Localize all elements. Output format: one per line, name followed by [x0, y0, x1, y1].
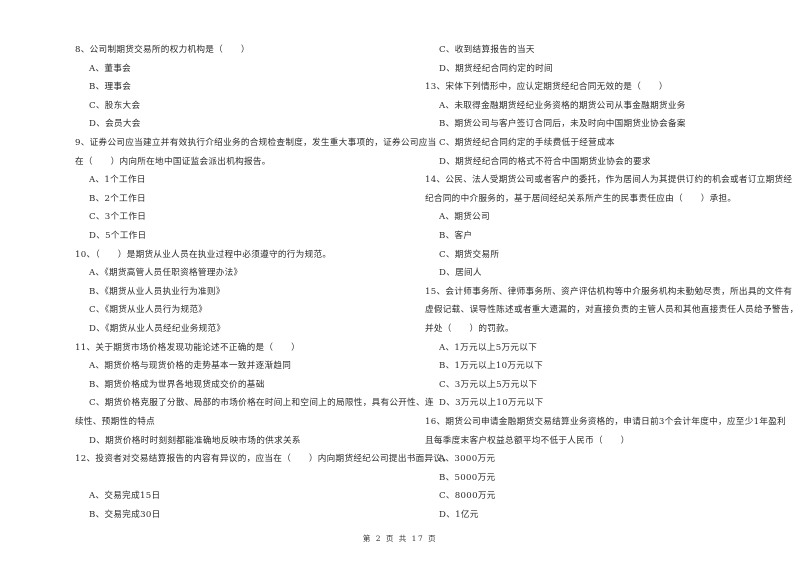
answer-option: C、3个工作日	[89, 212, 147, 223]
answer-option: A、3000万元	[439, 454, 496, 465]
answer-option: B、5000万元	[439, 472, 496, 483]
answer-option: C、《期货从业人员行为规范》	[89, 305, 208, 316]
answer-option: D、1亿元	[439, 510, 479, 520]
question-text: 续性、预期性的特点	[75, 417, 156, 427]
answer-option: B、期货公司与客户签订合同后，未及时向中国期货业协会备案	[439, 119, 686, 130]
answer-option: D、5个工作日	[89, 231, 147, 241]
answer-option: A、《期货高管人员任职资格管理办法》	[89, 268, 243, 279]
answer-option: C、期货经纪合同约定的手续费低于经营成本	[439, 138, 615, 148]
question-text: 并处（ ）的罚款。	[425, 324, 514, 334]
question-text: 8、公司制期货交易所的权力机构是（ ）	[75, 45, 250, 55]
question-text: 14、公民、法人受期货公司或者客户的委托，作为居间人为其提供订约的机会或者订立期…	[425, 175, 793, 186]
question-text: 13、宋体下列情形中，应认定期货经纪合同无效的是（ ）	[425, 82, 668, 93]
answer-option: B、1万元以上10万元以下	[439, 361, 543, 372]
answer-option: C、期货交易所	[439, 249, 500, 260]
answer-option: C、收到结算报告的当天	[439, 45, 535, 55]
answer-option: D、居间人	[439, 268, 482, 279]
answer-option: B、《期货从业人员执业行为准则》	[89, 286, 225, 297]
question-text: 10、（ ）是期货从业人员在执业过程中必须遵守的行为规范。	[75, 249, 332, 260]
answer-option: D、3万元以上10万元以下	[439, 398, 544, 409]
answer-option: C、8000万元	[439, 491, 496, 502]
answer-option: A、1万元以上5万元以下	[439, 342, 538, 353]
answer-option: A、董事会	[89, 63, 132, 74]
answer-option: C、股东大会	[89, 100, 141, 111]
answer-option: B、2个工作日	[89, 193, 146, 204]
answer-option: A、1个工作日	[89, 175, 146, 186]
answer-option: A、交易完成15日	[89, 491, 161, 502]
answer-option: B、客户	[439, 231, 473, 241]
document-page: 8、公司制期货交易所的权力机构是（ ） A、董事会 B、理事会 C、股东大会 D、会员大…	[0, 0, 800, 565]
question-text: 11、关于期货市场价格发现功能论述不正确的是（ ）	[75, 342, 300, 353]
answer-option: D、期货经纪合同的格式不符合中国期货业协会的要求	[439, 156, 651, 167]
answer-option: B、期货价格成为世界各地现货成交价的基础	[89, 379, 265, 390]
question-text: 16、期货公司申请金融期货交易结算业务资格的，申请日前3个会计年度中，应至少1年…	[425, 417, 787, 427]
answer-option: D、期货价格时时刻刻都能准确地反映市场的供求关系	[89, 435, 301, 446]
answer-option: A、期货价格与现货价格的走势基本一致并逐渐趋同	[89, 361, 292, 372]
question-text: 虚假记载、误导性陈述或者重大遗漏的，对直接负责的主管人员和其他直接责任人员给予警…	[425, 305, 799, 316]
answer-option: C、3万元以上5万元以下	[439, 379, 538, 390]
question-text: 9、证券公司应当建立并有效执行介绍业务的合规检查制度，发生重大事项的，证券公司应…	[75, 138, 437, 148]
answer-option: C、期货价格克服了分散、局部的市场价格在时间上和空间上的局限性，具有公开性、连	[89, 398, 434, 409]
page-footer: 第 2 页 共 17 页	[362, 534, 438, 543]
answer-option: D、期货经纪合同约定的时间	[439, 63, 553, 74]
answer-option: B、交易完成30日	[89, 510, 161, 520]
question-text: 且每季度末客户权益总额平均不低于人民币（ ）	[425, 435, 630, 446]
answer-option: D、《期货从业人员经纪业务规范》	[89, 324, 226, 334]
question-text: 15、会计师事务所、律师事务所、资产评估机构等中介服务机构未勤勉尽责，所出具的文…	[425, 286, 793, 297]
answer-option: A、期货公司	[439, 212, 490, 223]
answer-option: A、未取得金融期货经纪业务资格的期货公司从事金融期货业务	[439, 100, 686, 111]
question-text: 12、投资者对交易结算报告的内容有异议的，应当在（ ）内向期货经纪公司提出书面异…	[75, 454, 452, 465]
question-text: 在（ ）内向所在地中国证监会派出机构报告。	[75, 156, 271, 167]
question-text: 纪合同的中介服务的，基于居间经纪关系所产生的民事责任应由（ ）承担。	[425, 193, 737, 204]
answer-option: D、会员大会	[89, 119, 141, 130]
answer-option: B、理事会	[89, 82, 132, 93]
